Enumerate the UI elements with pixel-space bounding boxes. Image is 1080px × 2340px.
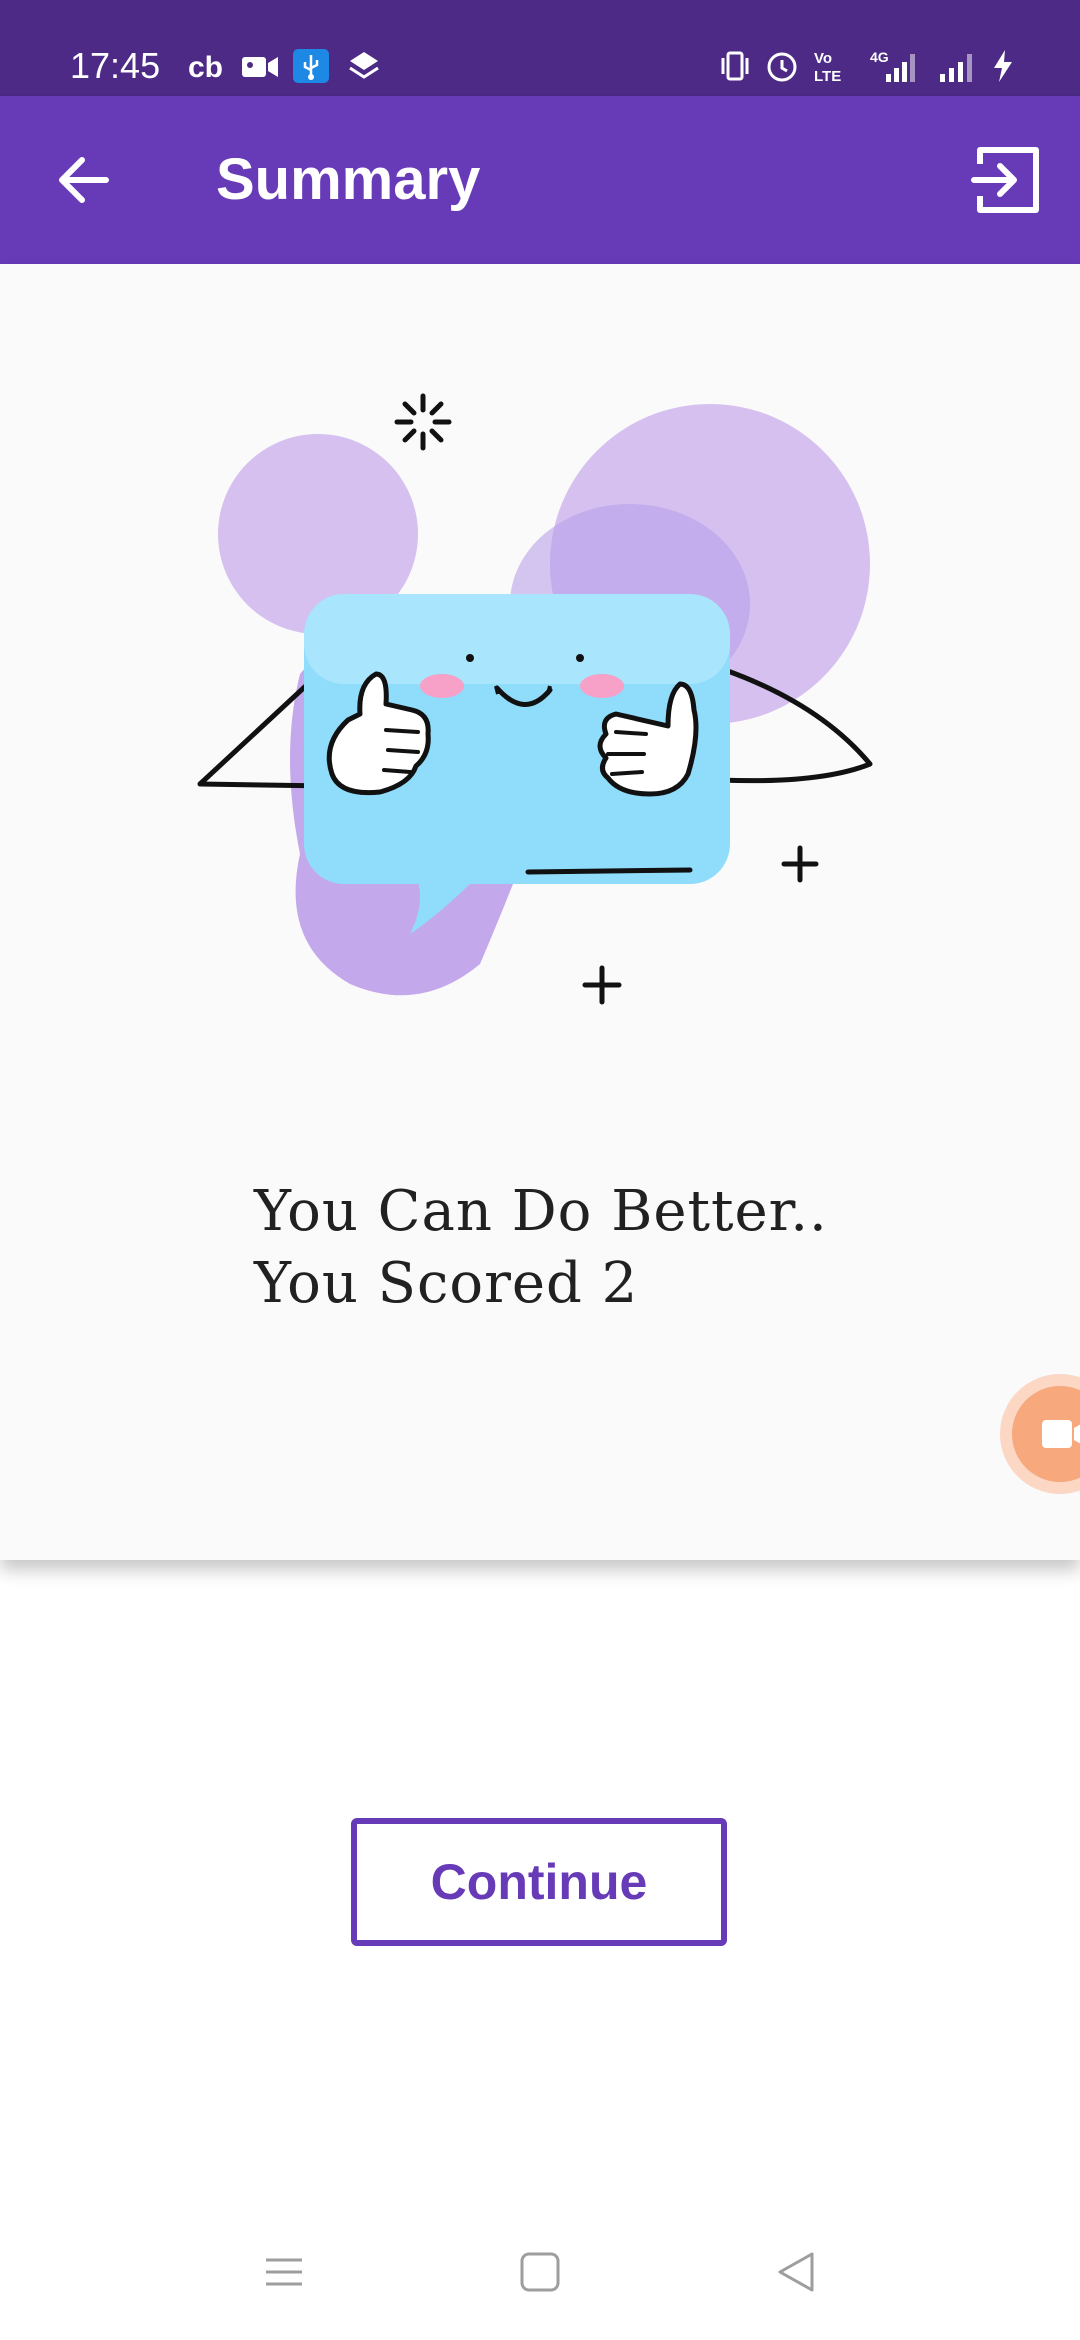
system-nav-bar	[0, 2200, 1080, 2340]
result-message: You Can Do Better.. You Scored 2	[254, 1176, 974, 1320]
svg-text:LTE: LTE	[814, 68, 841, 84]
screen-recorder-bubble[interactable]	[1000, 1374, 1080, 1494]
svg-text:4G: 4G	[870, 49, 889, 65]
cb-icon: cb	[188, 51, 223, 84]
page-title: Summary	[216, 147, 481, 212]
result-card: You Can Do Better.. You Scored 2	[0, 264, 1080, 1560]
sparkle-icon	[394, 393, 452, 451]
app-bar: Summary	[0, 96, 1080, 264]
usb-debug-icon	[293, 49, 329, 83]
svg-text:cb: cb	[188, 51, 223, 84]
video-camera-icon	[242, 57, 278, 77]
svg-text:Vo: Vo	[814, 50, 832, 67]
home-icon[interactable]	[518, 2250, 562, 2294]
4g-signal-icon: 4G	[870, 49, 915, 82]
alarm-icon	[767, 52, 797, 82]
status-time: 17:45	[70, 45, 161, 86]
charging-icon	[994, 50, 1012, 82]
vibrate-icon	[721, 51, 749, 81]
back-triangle-icon[interactable]	[774, 2250, 818, 2294]
score-text: You Scored 2	[254, 1251, 639, 1316]
continue-button[interactable]: Continue	[351, 1818, 727, 1946]
arrow-left-icon[interactable]	[48, 144, 120, 216]
status-bar: 17:45 cb Vo LTE 4G	[0, 0, 1080, 96]
layers-icon	[349, 52, 379, 79]
menu-icon[interactable]	[262, 2250, 306, 2294]
signal-icon	[940, 54, 972, 82]
thumbs-up-illustration	[197, 393, 873, 1005]
exit-icon[interactable]	[970, 142, 1046, 218]
recorder-camera-icon	[1012, 1386, 1080, 1482]
result-headline: You Can Do Better..	[254, 1179, 828, 1244]
volte-icon: Vo LTE	[814, 50, 841, 84]
